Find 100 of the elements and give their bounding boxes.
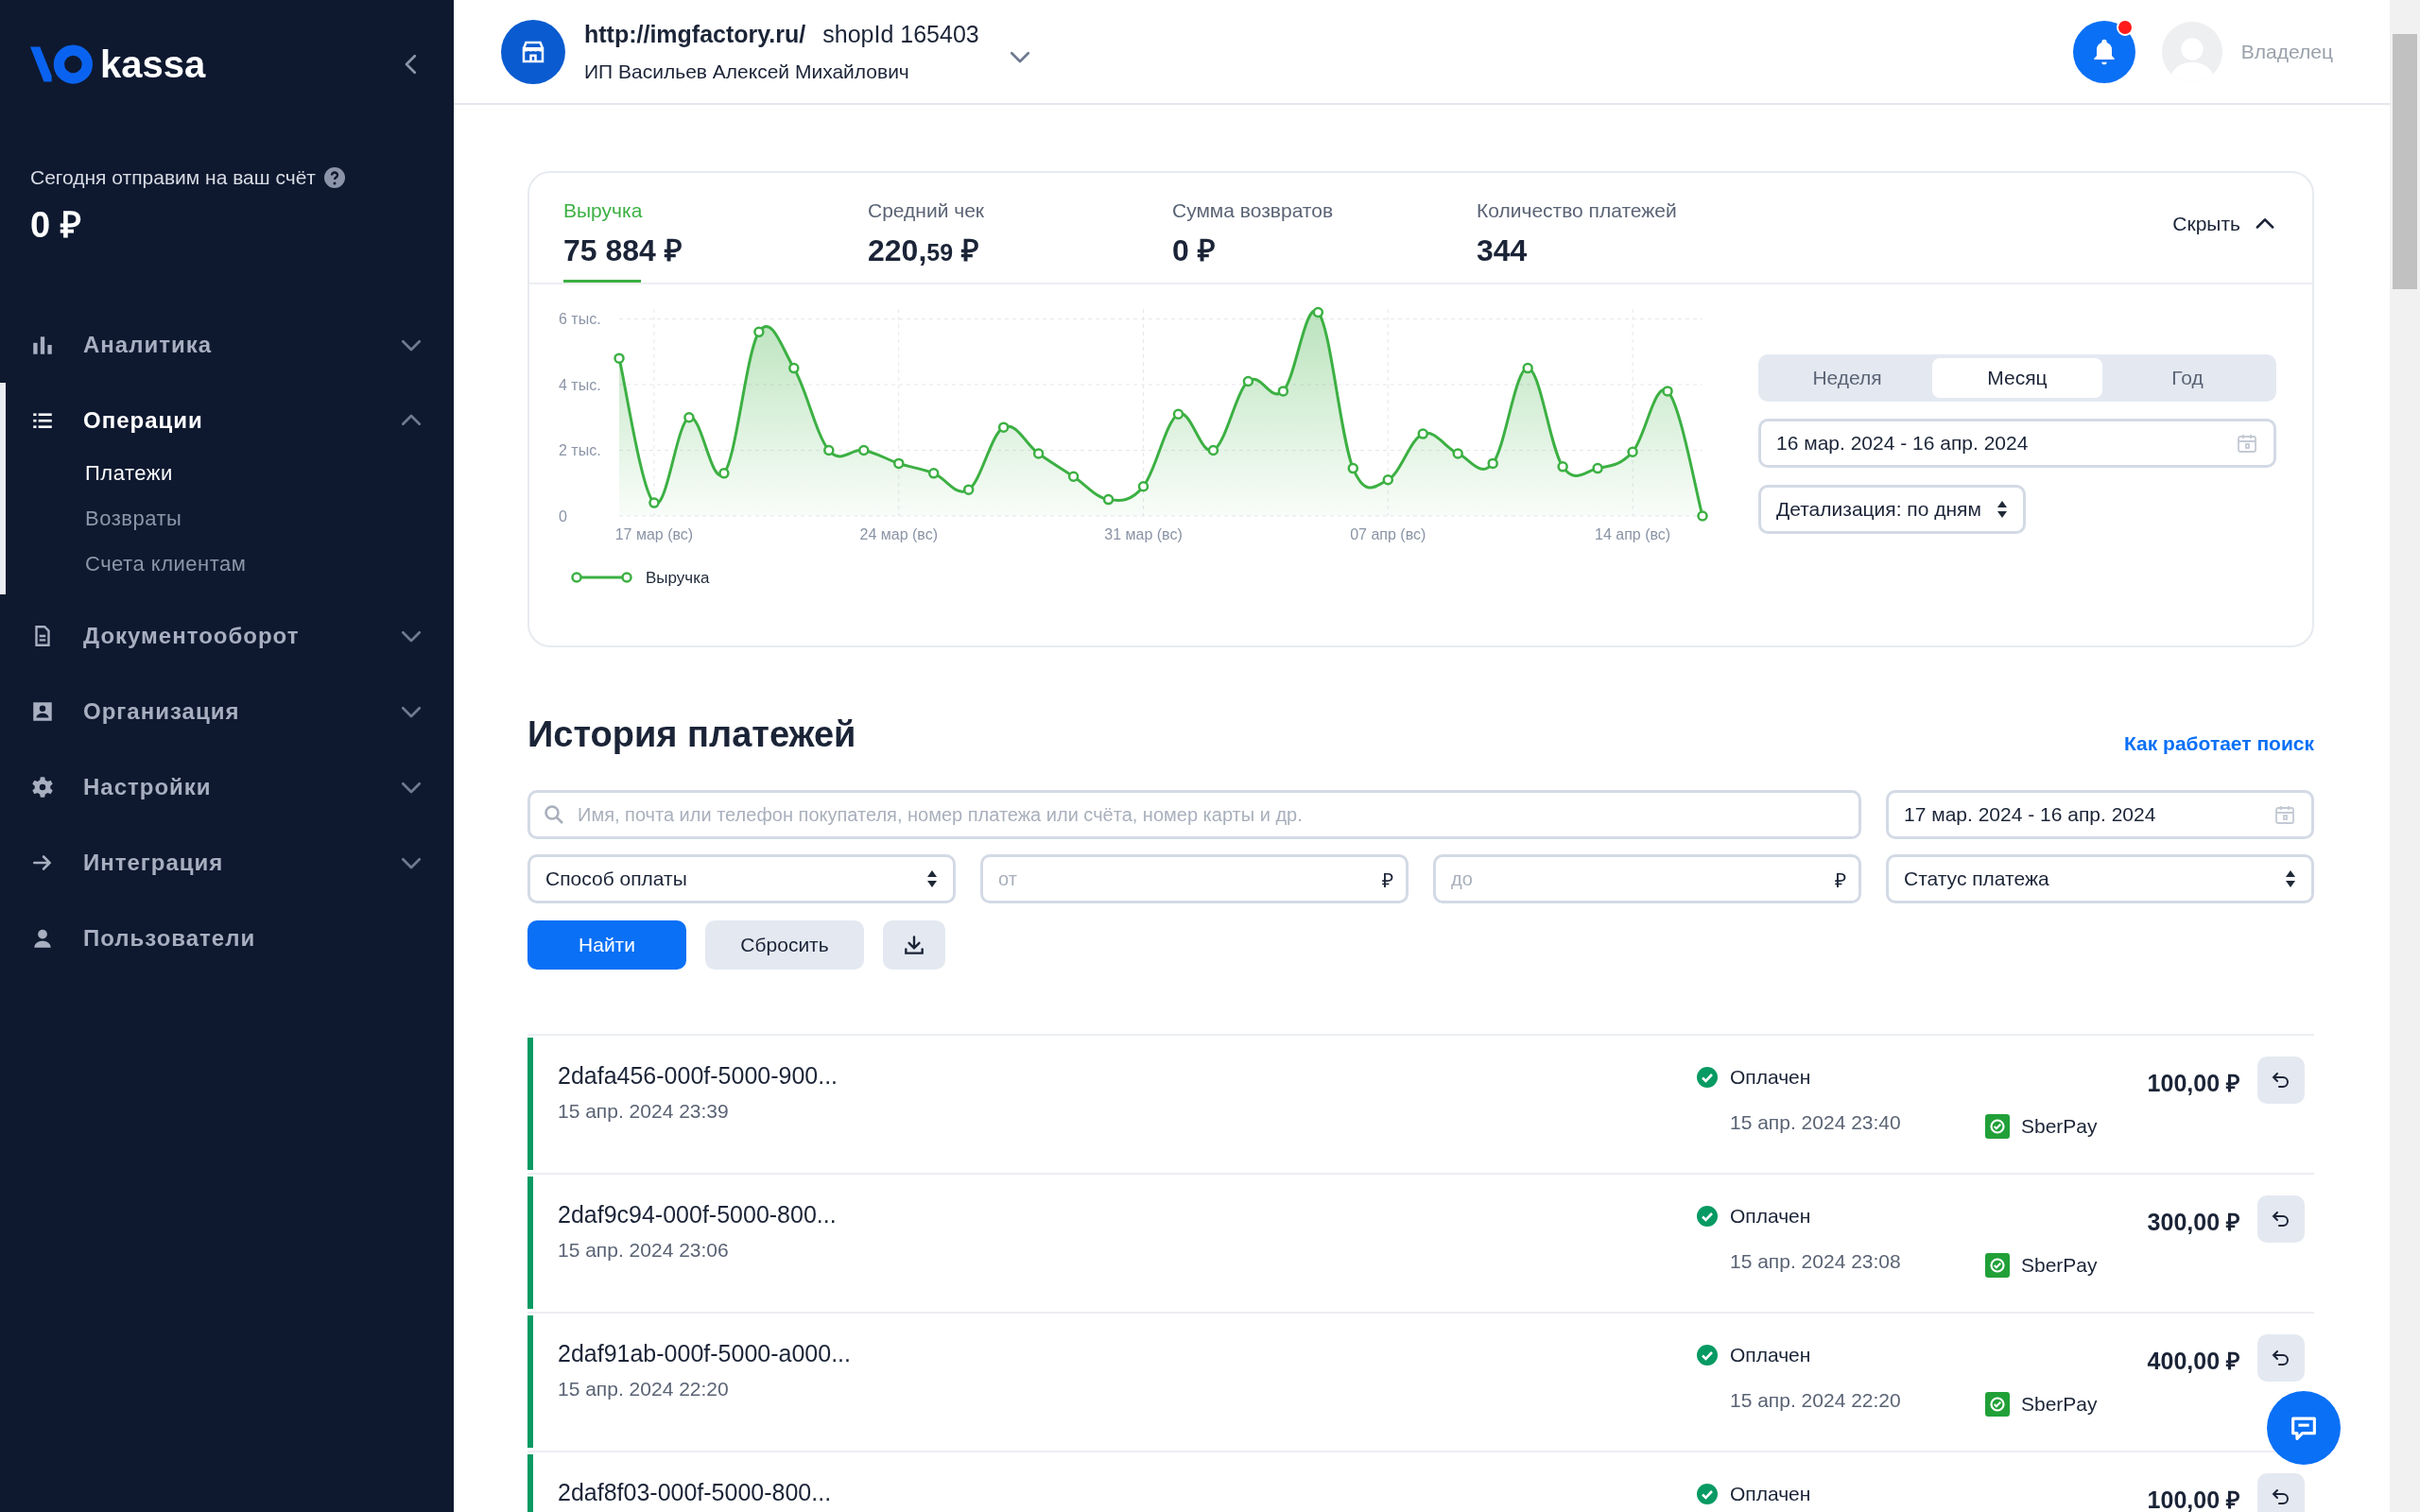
payment-method-icon: [1985, 1252, 2010, 1278]
nav-item[interactable]: Аналитика: [6, 306, 454, 383]
balance-label: Сегодня отправим на ваш счёт: [30, 165, 316, 190]
data-point: [962, 484, 975, 495]
data-point: [614, 352, 625, 364]
payment-status: Оплачен: [1730, 1482, 1811, 1506]
search-icon: [543, 803, 565, 826]
calendar-icon: [2236, 432, 2258, 455]
currency-sign: ₽: [1835, 868, 1846, 893]
data-point: [1697, 510, 1708, 522]
refund-button[interactable]: [2257, 1334, 2305, 1382]
data-point: [1382, 474, 1394, 486]
x-axis-label: 24 мар (вс): [859, 526, 938, 542]
nav-item[interactable]: Пользователи: [6, 900, 454, 976]
refund-button[interactable]: [2257, 1057, 2305, 1104]
data-point: [1522, 362, 1533, 374]
data-point: [1452, 448, 1463, 459]
x-axis-label: 31 мар (вс): [1104, 526, 1183, 542]
find-button[interactable]: Найти: [527, 920, 686, 970]
data-point: [1662, 386, 1673, 397]
payment-date: 15 апр. 2024 22:20: [558, 1376, 730, 1401]
refund-button[interactable]: [2257, 1473, 2305, 1512]
payment-status: Оплачен: [1730, 1343, 1811, 1367]
sort-arrows-icon: [1996, 499, 2008, 520]
period-tab[interactable]: Неделя: [1762, 358, 1932, 398]
status-time: 15 апр. 2024 22:20: [1730, 1387, 1902, 1413]
data-point: [1277, 386, 1289, 397]
status-select[interactable]: Статус платежа: [1886, 854, 2314, 903]
x-axis-label: 17 мар (вс): [614, 526, 694, 542]
data-point: [1557, 461, 1568, 472]
user-role: Владелец: [2240, 39, 2333, 64]
payment-amount: 300,00 ₽: [2147, 1208, 2240, 1237]
legend-label: Выручка: [646, 569, 710, 587]
data-point: [858, 444, 870, 456]
data-point: [1592, 462, 1603, 474]
payment-id: 2dafa456-000f-5000-900...: [558, 1061, 839, 1091]
payment-method-icon: [1985, 1113, 2010, 1139]
y-axis-label: 2 тыс.: [559, 442, 601, 459]
data-point: [997, 421, 1010, 433]
payment-date: 15 апр. 2024 23:39: [558, 1098, 730, 1124]
download-button[interactable]: [883, 920, 945, 970]
nav-item[interactable]: Организация: [6, 673, 454, 749]
payment-id: 2daf9c94-000f-5000-800...: [558, 1200, 838, 1229]
data-point: [1137, 480, 1150, 492]
check-circle-icon: [1696, 1343, 1719, 1366]
data-point: [1102, 493, 1115, 506]
sub-nav-item[interactable]: Счета клиентам: [6, 541, 454, 587]
sort-arrows-icon: [926, 868, 938, 889]
scrollbar[interactable]: [2390, 0, 2420, 1512]
y-axis-label: 4 тыс.: [559, 376, 601, 393]
data-point: [1172, 408, 1184, 420]
x-axis-label: 07 апр (вс): [1350, 526, 1426, 542]
date-range-field[interactable]: 16 мар. 2024 - 16 апр. 2024: [1758, 419, 2276, 468]
data-point: [927, 468, 940, 479]
help-icon: [322, 165, 346, 189]
period-tab[interactable]: Месяц: [1932, 358, 2102, 398]
data-point: [718, 468, 730, 479]
data-point: [823, 444, 835, 456]
history-title: История платежей: [527, 713, 856, 756]
payment-id: 2daf8f03-000f-5000-800...: [558, 1478, 833, 1507]
nav-item[interactable]: Настройки: [6, 748, 454, 825]
payment-method-select[interactable]: Способ оплаты: [527, 854, 956, 903]
download-icon: [902, 933, 926, 957]
data-point: [753, 326, 765, 338]
payment-date: 15 апр. 2024 23:06: [558, 1237, 730, 1263]
check-circle-icon: [1696, 1482, 1719, 1505]
search-help-link[interactable]: Как работает поиск: [2124, 728, 2314, 758]
payment-method: SberPay: [2021, 1392, 2098, 1417]
metric-tab[interactable]: Выручка 75 884 ₽: [563, 173, 868, 283]
refund-button[interactable]: [2257, 1195, 2305, 1243]
nav-item[interactable]: Интеграция: [6, 824, 454, 901]
search-field[interactable]: Имя, почта или телефон покупателя, номер платежа или счёта, номер карты и др.: [527, 790, 1861, 839]
data-point: [1242, 375, 1254, 387]
logo-text: kassa: [100, 45, 206, 83]
y-axis-label: 0: [559, 508, 567, 524]
shop-owner: ИП Васильев Алексей Михайлович: [584, 59, 910, 84]
shop-url: http://imgfactory.ru/: [584, 20, 806, 49]
calendar-icon: [2273, 803, 2296, 826]
metric-tab[interactable]: Сумма возвратов 0 ₽: [1172, 173, 1477, 283]
hide-chart-button[interactable]: Скрыть: [2172, 209, 2278, 239]
metric-tab[interactable]: Количество платежей 344: [1477, 173, 1781, 283]
period-tab[interactable]: Год: [2102, 358, 2273, 398]
status-time: 15 апр. 2024 23:40: [1730, 1109, 1902, 1135]
payment-amount: 100,00 ₽: [2147, 1069, 2240, 1098]
date-range-field[interactable]: 17 мар. 2024 - 16 апр. 2024: [1886, 790, 2314, 839]
sub-nav-item[interactable]: Возвраты: [6, 495, 454, 541]
y-axis-label: 6 тыс.: [559, 311, 601, 328]
balance-value: 0 ₽: [29, 203, 82, 247]
data-point: [893, 457, 905, 470]
nav-item[interactable]: Документооборот: [6, 597, 454, 674]
metric-tab[interactable]: Средний чек 220,59 ₽: [868, 173, 1172, 283]
payment-amount: 100,00 ₽: [2147, 1486, 2240, 1512]
detail-select[interactable]: Детализация: по дням: [1758, 485, 2026, 534]
data-point: [648, 497, 660, 508]
currency-sign: ₽: [1382, 868, 1393, 893]
sort-arrows-icon: [2285, 868, 2296, 889]
legend-marker: [571, 572, 632, 583]
data-point: [1312, 306, 1324, 318]
data-point: [1032, 448, 1045, 459]
reset-button[interactable]: Сбросить: [705, 920, 864, 970]
